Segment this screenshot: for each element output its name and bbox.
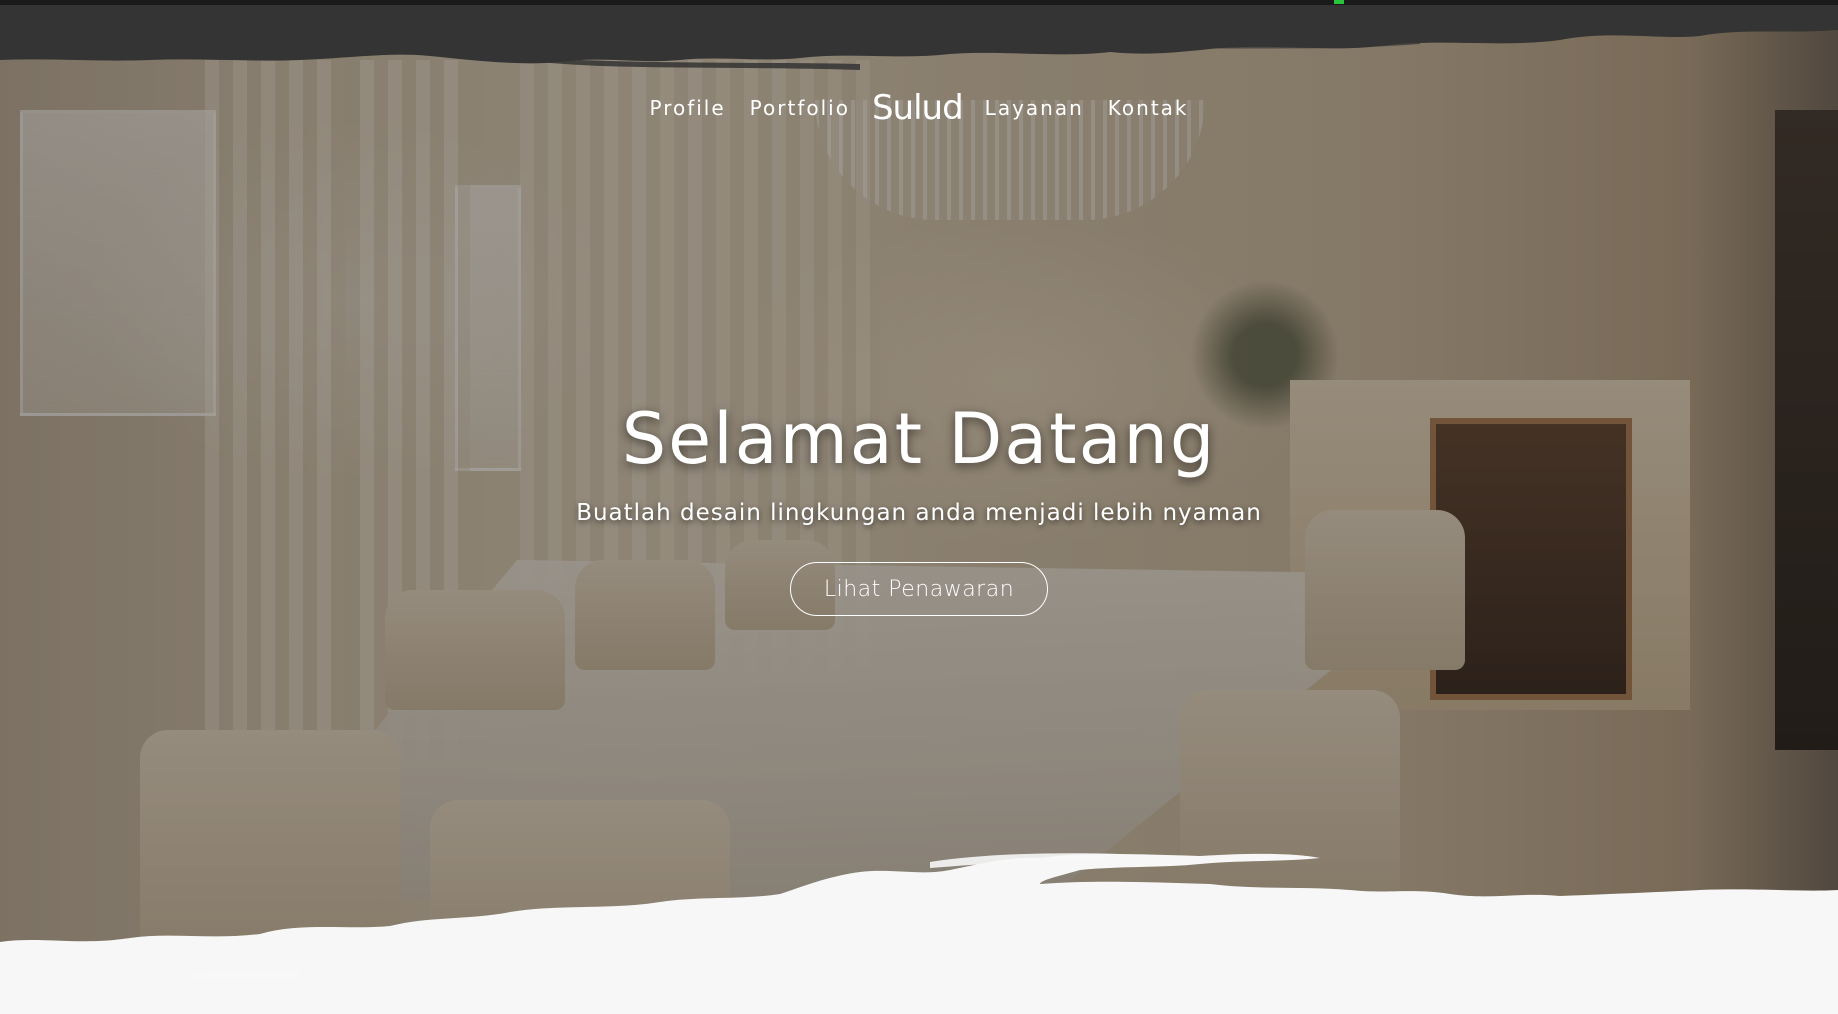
nav-item-layanan[interactable]: Layanan xyxy=(973,96,1096,120)
nav-item-profile[interactable]: Profile xyxy=(637,96,737,120)
hero-subtitle: Buatlah desain lingkungan anda menjadi l… xyxy=(576,500,1262,526)
main-nav: Profile Portfolio Sulud Layanan Kontak xyxy=(0,86,1838,130)
view-offer-button[interactable]: Lihat Penawaran xyxy=(790,562,1048,616)
page: Profile Portfolio Sulud Layanan Kontak S… xyxy=(0,0,1838,1014)
nav-item-portfolio[interactable]: Portfolio xyxy=(738,96,862,120)
hero-title: Selamat Datang xyxy=(621,398,1217,480)
browser-top-strip xyxy=(0,0,1838,5)
brand-logo-text[interactable]: Sulud xyxy=(862,88,973,128)
top-brush-band xyxy=(0,0,1838,70)
nav-item-kontak[interactable]: Kontak xyxy=(1096,96,1201,120)
page-load-indicator xyxy=(1334,0,1344,4)
cta-container: Lihat Penawaran xyxy=(0,562,1838,616)
bottom-brush-band xyxy=(0,853,1838,1014)
